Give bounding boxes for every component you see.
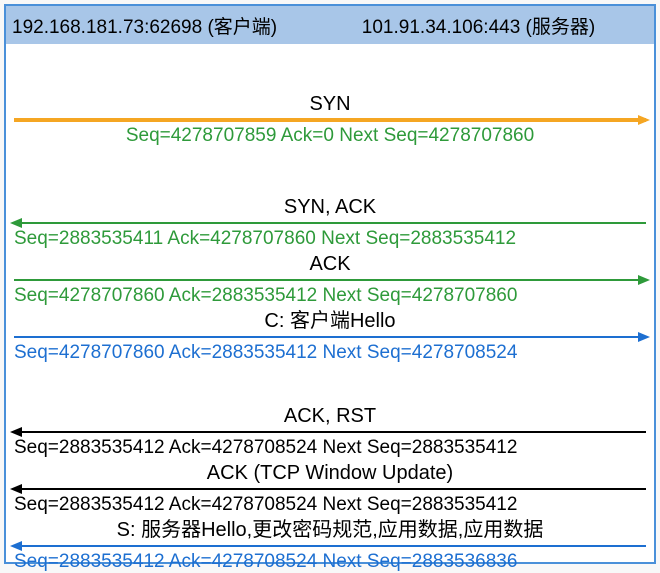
tcp-flow-diagram: 192.168.181.73:62698 (客户端) 101.91.34.106… <box>4 4 656 564</box>
arrow-left-icon <box>12 543 648 549</box>
server-endpoint: 101.91.34.106:443 (服务器) <box>362 12 648 39</box>
flow-row: C: 客户端Hello Seq=4278707860 Ack=2883535412… <box>6 309 654 364</box>
arrow-left-icon <box>12 429 648 435</box>
flow-seq-ack: Seq=2883535412 Ack=4278708524 Next Seq=2… <box>6 551 654 573</box>
arrow-left-icon <box>12 486 648 492</box>
flow-row: SYN, ACK Seq=2883535411 Ack=4278707860 Ne… <box>6 195 654 250</box>
flow-label: C: 客户端Hello <box>6 309 654 333</box>
flow-seq-ack: Seq=2883535411 Ack=4278707860 Next Seq=2… <box>6 228 654 250</box>
flow-seq-ack: Seq=2883535412 Ack=4278708524 Next Seq=2… <box>6 494 654 516</box>
spacer <box>6 366 654 404</box>
arrow-right-icon <box>12 277 648 283</box>
client-endpoint: 192.168.181.73:62698 (客户端) <box>12 12 362 39</box>
flow-row: ACK (TCP Window Update) Seq=2883535412 Ac… <box>6 461 654 516</box>
spacer <box>6 149 654 195</box>
flow-label: SYN <box>6 92 654 116</box>
arrow-right-icon <box>12 117 648 123</box>
endpoints-header: 192.168.181.73:62698 (客户端) 101.91.34.106… <box>6 6 654 44</box>
flow-label: ACK, RST <box>6 404 654 428</box>
arrow-left-icon <box>12 220 648 226</box>
flow-row: ACK, RST Seq=2883535412 Ack=4278708524 Ne… <box>6 404 654 459</box>
flow-row: S: 服务器Hello,更改密码规范,应用数据,应用数据 Seq=28835354… <box>6 518 654 573</box>
flow-label: ACK <box>6 252 654 276</box>
flow-seq-ack: Seq=4278707860 Ack=2883535412 Next Seq=4… <box>6 285 654 307</box>
flow-label: S: 服务器Hello,更改密码规范,应用数据,应用数据 <box>6 518 654 542</box>
flow-label: ACK (TCP Window Update) <box>6 461 654 485</box>
arrow-right-icon <box>12 334 648 340</box>
flow-seq-ack: Seq=2883535412 Ack=4278708524 Next Seq=2… <box>6 437 654 459</box>
flow-row: SYN Seq=4278707859 Ack=0 Next Seq=4278707… <box>6 92 654 147</box>
flow-row: ACK Seq=4278707860 Ack=2883535412 Next Se… <box>6 252 654 307</box>
flow-label: SYN, ACK <box>6 195 654 219</box>
flow-seq-ack: Seq=4278707859 Ack=0 Next Seq=4278707860 <box>6 125 654 147</box>
flow-seq-ack: Seq=4278707860 Ack=2883535412 Next Seq=4… <box>6 342 654 364</box>
flow-list: SYN Seq=4278707859 Ack=0 Next Seq=4278707… <box>6 44 654 573</box>
